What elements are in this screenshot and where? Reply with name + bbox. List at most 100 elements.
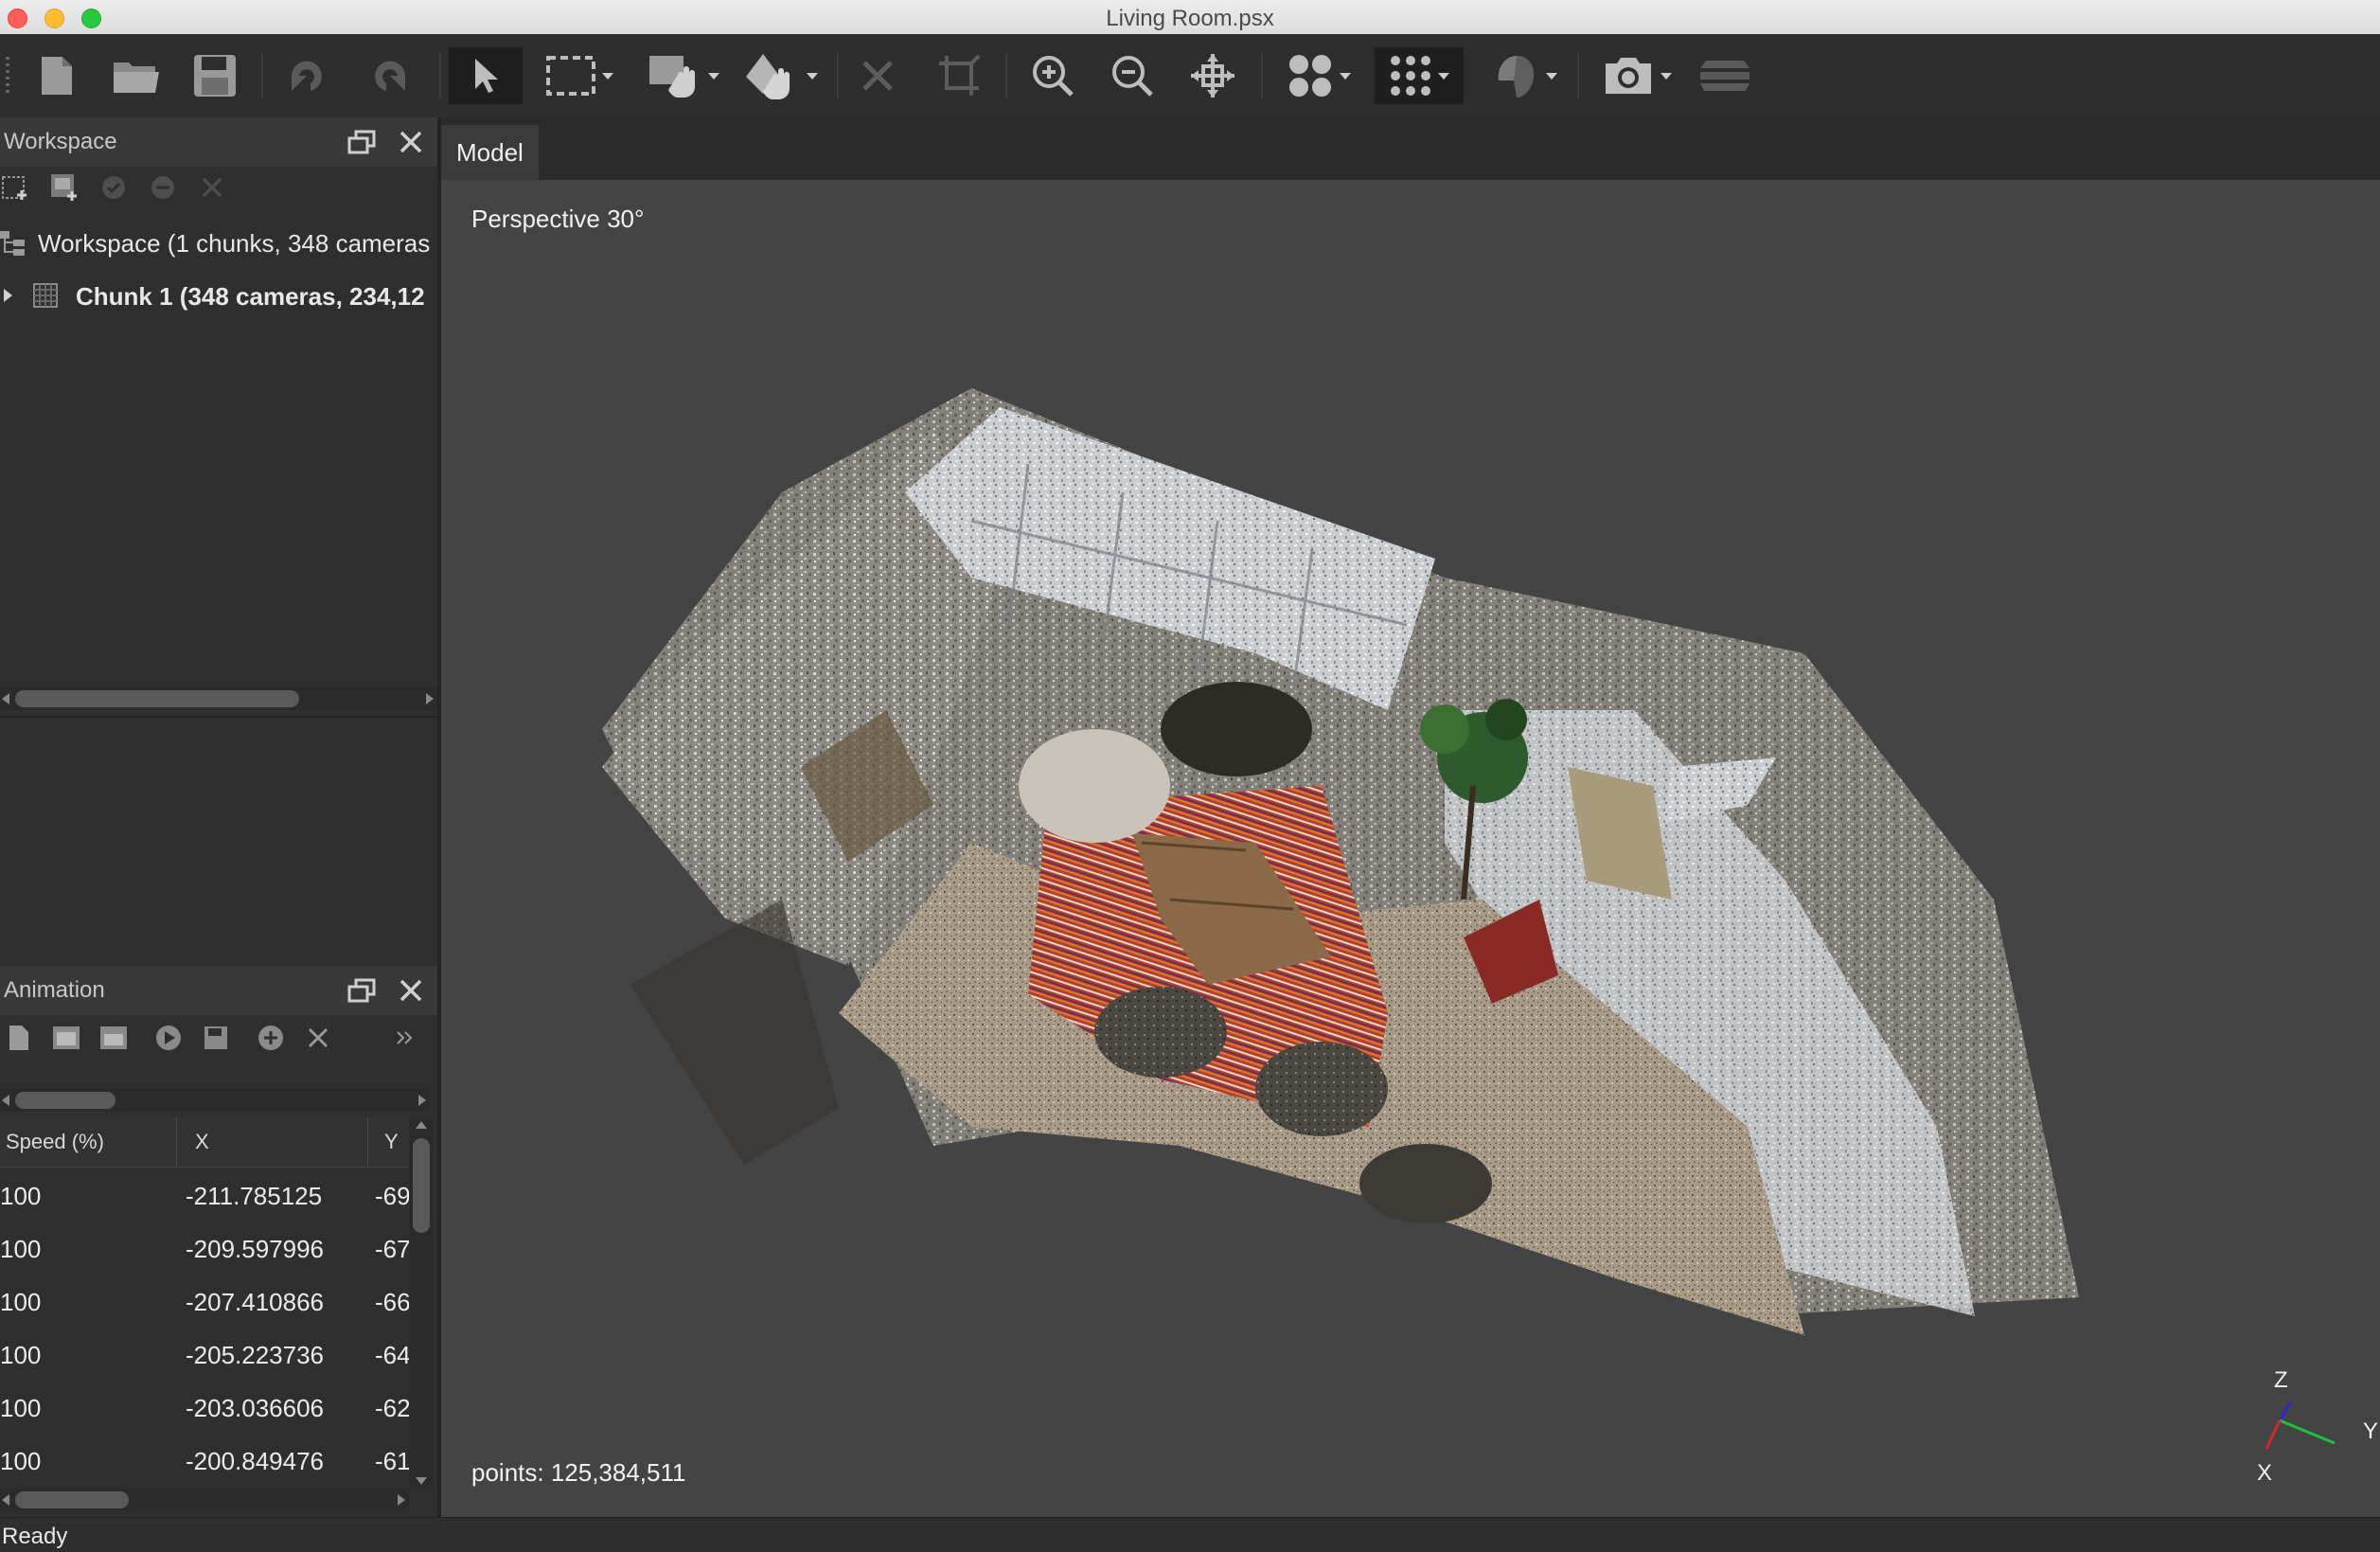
table-row[interactable]: 100 -200.849476 -61 xyxy=(0,1436,409,1489)
chevron-down-icon xyxy=(807,72,818,80)
workspace-root-label: Workspace (1 chunks, 348 cameras xyxy=(38,229,431,258)
enable-icon[interactable] xyxy=(98,172,129,203)
scrollbar-thumb[interactable] xyxy=(413,1138,430,1233)
add-keyframe-icon[interactable] xyxy=(256,1023,286,1053)
scroll-down-icon[interactable] xyxy=(416,1477,427,1485)
save-track-icon[interactable] xyxy=(201,1023,231,1053)
close-panel-button[interactable] xyxy=(396,975,426,1006)
workspace-horizontal-scrollbar[interactable] xyxy=(0,687,437,710)
close-icon xyxy=(400,131,422,153)
scrollbar-thumb[interactable] xyxy=(15,1491,129,1508)
scrollbar-thumb[interactable] xyxy=(15,1092,115,1109)
workspace-toolbar xyxy=(0,167,246,208)
expand-arrow-icon[interactable] xyxy=(4,289,12,302)
add-chunk-icon[interactable] xyxy=(0,172,30,203)
zoom-in-button[interactable] xyxy=(1026,47,1079,104)
main-toolbar xyxy=(0,34,2380,118)
chevron-down-icon xyxy=(708,72,719,80)
scroll-up-icon[interactable] xyxy=(416,1121,427,1129)
column-header-x[interactable]: X xyxy=(195,1130,209,1154)
intelligent-scissors-icon xyxy=(649,56,695,98)
move-object-icon xyxy=(1191,54,1234,98)
remove-items-icon[interactable] xyxy=(197,172,227,203)
mesh-shaded-icon xyxy=(1498,56,1535,98)
table-row[interactable]: 100 -207.410866 -66 xyxy=(0,1276,409,1329)
float-panel-button[interactable] xyxy=(346,127,377,157)
workspace-panel-header: Workspace xyxy=(0,117,437,167)
scroll-right-icon[interactable] xyxy=(398,1494,405,1506)
delete-selection-icon xyxy=(862,61,893,91)
new-track-icon[interactable] xyxy=(4,1023,34,1053)
tab-model[interactable]: Model xyxy=(441,125,539,180)
z-axis-label: Z xyxy=(2274,1367,2288,1393)
projection-label: Perspective 30° xyxy=(471,205,645,233)
animation-vertical-scrollbar[interactable] xyxy=(409,1117,434,1489)
track-settings-icon[interactable] xyxy=(98,1023,129,1053)
table-row[interactable]: 100 -203.036606 -62 xyxy=(0,1383,409,1436)
disable-icon[interactable] xyxy=(148,172,178,203)
scroll-left-icon[interactable] xyxy=(2,1095,9,1106)
point-cloud-icon xyxy=(1289,55,1331,97)
chunk-item[interactable]: Chunk 1 (348 cameras, 234,12 xyxy=(0,271,437,320)
status-text: Ready xyxy=(2,1524,68,1549)
layers-button[interactable] xyxy=(1695,47,1755,104)
point-cloud-button[interactable] xyxy=(1274,47,1363,104)
close-icon xyxy=(400,979,422,1002)
dense-cloud-button[interactable] xyxy=(1375,47,1464,104)
point-cloud-render xyxy=(602,388,2079,1335)
scroll-right-icon[interactable] xyxy=(418,1095,426,1106)
crop-selection-button[interactable] xyxy=(933,47,985,104)
chunk-label: Chunk 1 (348 cameras, 234,12 xyxy=(76,282,425,311)
open-folder-icon[interactable] xyxy=(110,47,163,104)
pointer-tool-button[interactable] xyxy=(449,47,523,104)
table-horizontal-scrollbar[interactable] xyxy=(0,1489,409,1511)
view-tab-bar: Model xyxy=(441,117,2380,180)
move-object-button[interactable] xyxy=(1185,47,1240,104)
y-axis-line xyxy=(2279,1418,2336,1445)
zoom-out-button[interactable] xyxy=(1106,47,1159,104)
table-row[interactable]: 100 -211.785125 -69 xyxy=(0,1170,409,1223)
chevron-down-icon xyxy=(602,72,613,80)
chevron-down-icon xyxy=(1340,72,1351,80)
redo-icon[interactable] xyxy=(364,47,415,104)
y-axis-label: Y xyxy=(2363,1418,2379,1444)
play-icon[interactable] xyxy=(153,1023,184,1053)
animation-toolbar xyxy=(4,1017,435,1059)
chevron-down-icon xyxy=(1546,72,1557,80)
intelligent-paint-button[interactable] xyxy=(737,47,826,104)
float-panel-button[interactable] xyxy=(346,975,377,1006)
scroll-left-icon[interactable] xyxy=(2,1494,9,1506)
mesh-shaded-button[interactable] xyxy=(1481,47,1570,104)
close-panel-button[interactable] xyxy=(396,127,426,157)
column-header-y[interactable]: Y xyxy=(384,1130,399,1154)
scrollbar-thumb[interactable] xyxy=(15,690,299,707)
workspace-root-item[interactable]: Workspace (1 chunks, 348 cameras xyxy=(0,218,437,267)
table-row[interactable]: 100 -205.223736 -64 xyxy=(0,1329,409,1383)
rectangle-selection-button[interactable] xyxy=(536,47,623,104)
model-viewport[interactable]: Perspective 30° points: 125,384,511 Z Y … xyxy=(441,180,2380,1517)
new-document-icon[interactable] xyxy=(34,47,80,104)
dense-cloud-icon xyxy=(1391,56,1430,96)
z-axis-line xyxy=(2278,1400,2293,1421)
delete-selection-button[interactable] xyxy=(852,47,903,104)
animation-horizontal-scrollbar[interactable] xyxy=(0,1089,430,1112)
column-header-speed[interactable]: Speed (%) xyxy=(6,1130,104,1154)
remove-keyframe-icon[interactable] xyxy=(303,1023,333,1053)
float-window-icon xyxy=(347,978,376,1003)
x-axis-line xyxy=(2265,1419,2282,1450)
status-bar: Ready xyxy=(0,1517,2380,1552)
save-icon[interactable] xyxy=(189,47,240,104)
scroll-right-icon[interactable] xyxy=(426,693,434,705)
more-options-icon[interactable] xyxy=(390,1023,420,1053)
camera-icon xyxy=(1606,58,1651,94)
open-track-icon[interactable] xyxy=(51,1023,81,1053)
animation-panel-header: Animation xyxy=(0,966,437,1015)
intelligent-scissors-button[interactable] xyxy=(638,47,727,104)
zoom-out-icon xyxy=(1112,56,1153,97)
table-row[interactable]: 100 -209.597996 -67 xyxy=(0,1223,409,1276)
scroll-left-icon[interactable] xyxy=(2,693,9,705)
capture-view-button[interactable] xyxy=(1592,47,1681,104)
add-photos-icon[interactable] xyxy=(49,172,80,203)
toolbar-grip[interactable] xyxy=(6,57,9,95)
undo-icon[interactable] xyxy=(282,47,333,104)
